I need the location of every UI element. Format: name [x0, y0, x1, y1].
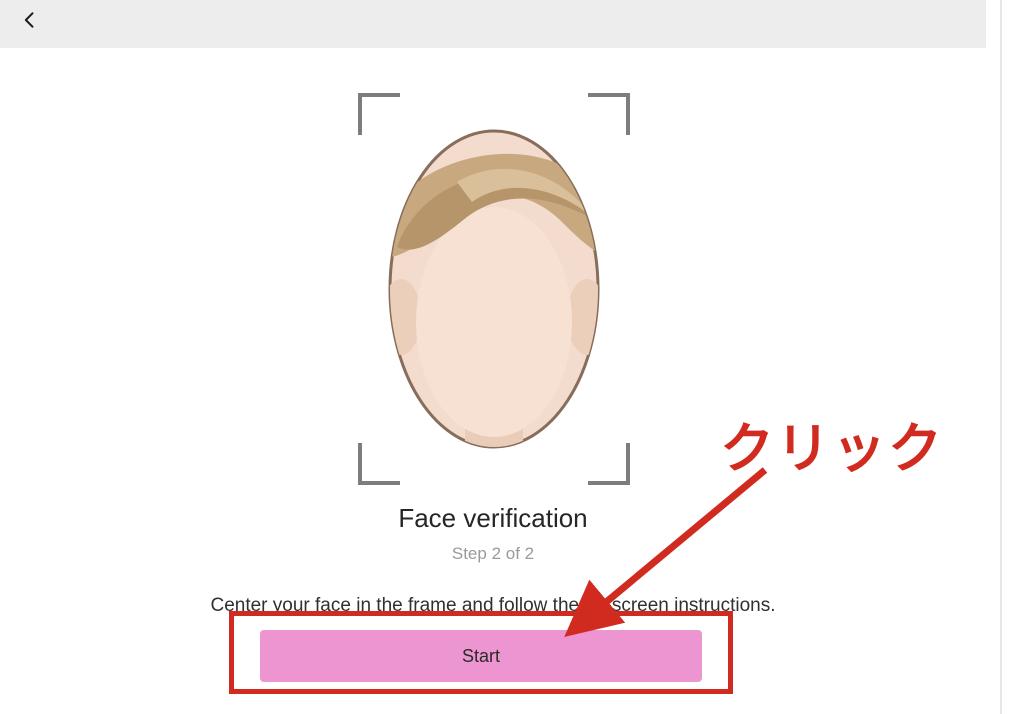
- page-title: Face verification: [0, 503, 986, 534]
- instruction-text: Center your face in the frame and follow…: [0, 595, 986, 617]
- face-frame: [358, 93, 630, 485]
- start-button[interactable]: Start: [260, 630, 702, 682]
- topbar: [0, 0, 986, 48]
- verification-panel: Face verification Step 2 of 2 Center you…: [0, 0, 986, 714]
- chevron-left-icon: [20, 10, 40, 35]
- step-indicator: Step 2 of 2: [0, 544, 986, 564]
- back-button[interactable]: [8, 0, 52, 44]
- annotation-label: クリック: [720, 404, 944, 483]
- face-avatar-icon: [387, 127, 601, 451]
- divider: [1000, 0, 1002, 714]
